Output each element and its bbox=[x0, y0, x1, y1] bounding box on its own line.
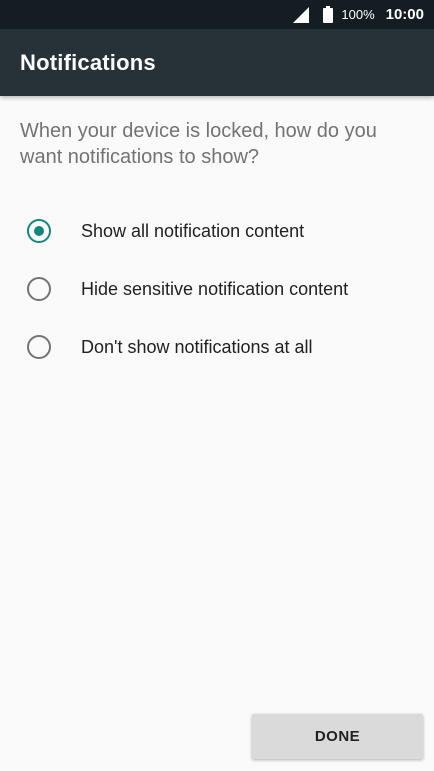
notification-options: Show all notification content Hide sensi… bbox=[0, 202, 434, 376]
notifications-screen: 100% 10:00 Notifications When your devic… bbox=[0, 0, 434, 771]
cell-signal-icon bbox=[293, 6, 310, 23]
page-title: Notifications bbox=[20, 49, 156, 75]
done-button[interactable]: DONE bbox=[252, 714, 423, 759]
radio-unchecked-icon[interactable] bbox=[27, 277, 51, 301]
option-show-all[interactable]: Show all notification content bbox=[0, 202, 434, 260]
lock-screen-question: When your device is locked, how do you w… bbox=[20, 120, 377, 168]
battery-icon bbox=[323, 6, 334, 23]
option-label: Don't show notifications at all bbox=[81, 336, 313, 357]
option-dont-show[interactable]: Don't show notifications at all bbox=[0, 318, 434, 376]
option-hide-sensitive[interactable]: Hide sensitive notification content bbox=[0, 260, 434, 318]
status-bar: 100% 10:00 bbox=[0, 0, 434, 29]
radio-unchecked-icon[interactable] bbox=[27, 335, 51, 359]
battery-percent: 100% bbox=[341, 7, 375, 22]
status-clock: 10:00 bbox=[385, 6, 424, 23]
radio-checked-icon[interactable] bbox=[27, 219, 51, 243]
option-label: Hide sensitive notification content bbox=[81, 278, 349, 299]
option-label: Show all notification content bbox=[81, 220, 305, 241]
app-bar: Notifications bbox=[0, 29, 434, 96]
